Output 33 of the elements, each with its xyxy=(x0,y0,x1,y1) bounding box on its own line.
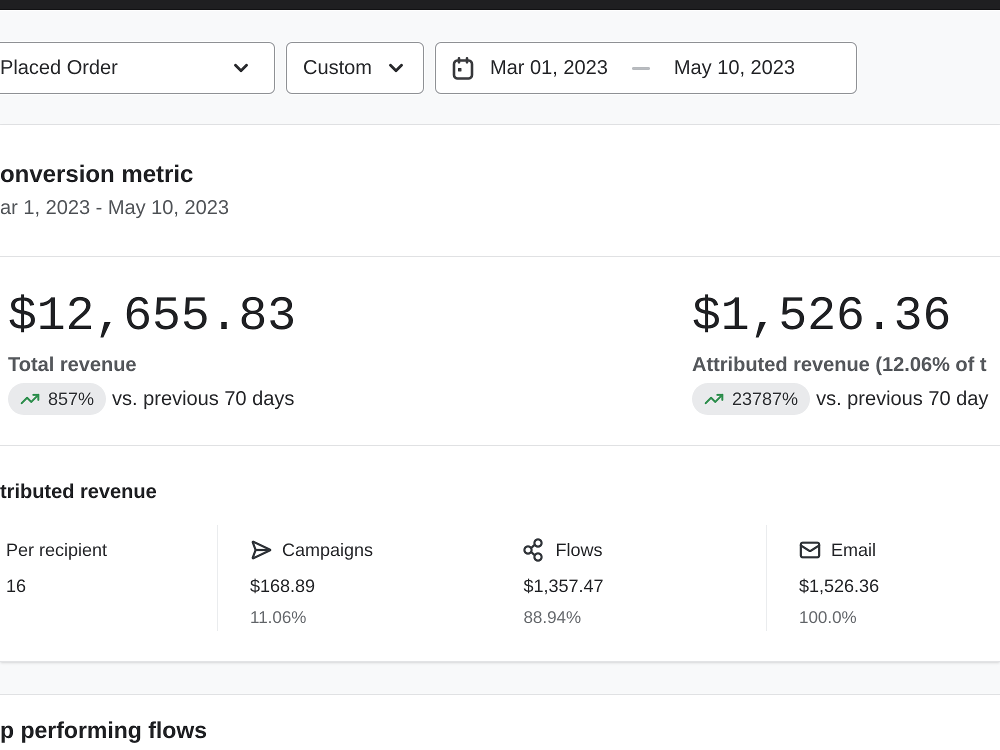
stat-share: 100.0% xyxy=(799,607,858,629)
card-title: onversion metric xyxy=(0,160,194,190)
stat-value: $1,357.47 xyxy=(523,575,605,598)
card-title: p performing flows xyxy=(0,717,208,743)
stat-value: $1,526.36 xyxy=(799,575,880,598)
change-percent: 23787% xyxy=(732,388,798,410)
section-title: tributed revenue xyxy=(0,480,158,505)
metric-label: Attributed revenue (12.06% of t xyxy=(692,353,988,378)
range-select[interactable]: Custom xyxy=(286,42,424,94)
comparison-text: vs. previous 70 days xyxy=(112,387,294,412)
start-date-field[interactable]: Mar 01, 2023 xyxy=(490,53,608,83)
metric-select[interactable]: Placed Order xyxy=(0,42,275,94)
stat-value: $168.89 xyxy=(250,575,316,598)
end-date-field[interactable]: May 10, 2023 xyxy=(674,53,796,83)
metric-value: $12,655.83 xyxy=(8,293,298,341)
date-range-picker[interactable]: Mar 01, 2023 May 10, 2023 xyxy=(435,42,857,94)
mail-icon xyxy=(799,539,821,561)
stat-label: Campaigns xyxy=(282,538,374,562)
card-subtitle: ar 1, 2023 - May 10, 2023 xyxy=(0,196,230,221)
connected-circles-icon xyxy=(523,538,546,562)
stat-label: Per recipient xyxy=(6,538,108,562)
comparison-text: vs. previous 70 day xyxy=(816,387,988,412)
stat-label: Email xyxy=(831,538,876,562)
metric-label: Total revenue xyxy=(8,353,138,378)
stat-share: 11.06% xyxy=(250,607,308,629)
send-icon xyxy=(250,539,272,561)
change-percent: 857% xyxy=(48,388,94,410)
stat-share: 88.94% xyxy=(523,607,582,629)
stat-label: Flows xyxy=(555,538,602,562)
dash-icon xyxy=(632,66,650,70)
stat-value: 16 xyxy=(6,575,28,598)
calendar-icon xyxy=(452,56,474,80)
metric-value: $1,526.36 xyxy=(692,293,952,341)
